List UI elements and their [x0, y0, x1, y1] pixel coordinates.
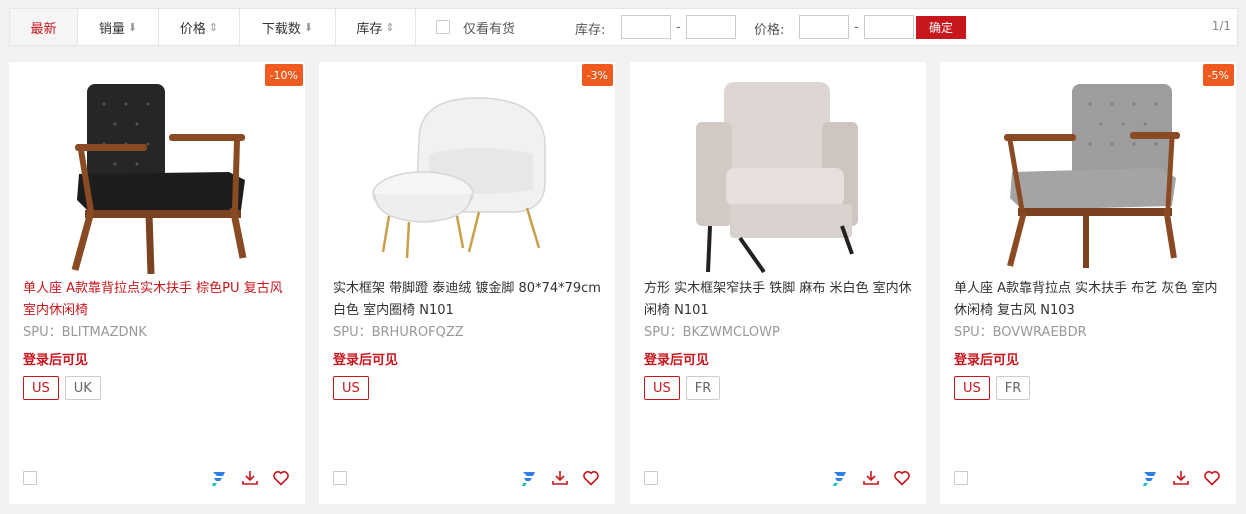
- warehouse-tag[interactable]: US: [23, 376, 59, 400]
- product-card[interactable]: 方形 实木框架窄扶手 铁脚 麻布 米白色 室内休闲椅 N101 SPU：BKZW…: [630, 62, 926, 504]
- arrow-down-icon: ⬇: [127, 20, 138, 34]
- stock-range-label: 库存:: [575, 23, 606, 38]
- product-card[interactable]: -3% 实木框架 带脚蹬 泰迪绒 镀金脚 80*74*79cm 白色 室内圈椅 …: [319, 62, 615, 504]
- brand-f-icon[interactable]: [209, 468, 229, 488]
- card-actions: [198, 468, 291, 488]
- warehouse-tag[interactable]: US: [644, 376, 680, 400]
- warehouse-tag[interactable]: FR: [995, 376, 1031, 400]
- in-stock-checkbox[interactable]: [436, 20, 450, 34]
- range-dash: -: [854, 19, 859, 35]
- discount-badge: -3%: [581, 64, 613, 86]
- product-image[interactable]: [9, 62, 305, 274]
- arrow-down-icon: ⬇: [303, 20, 314, 34]
- product-spu: SPU：BRHUROFQZZ: [333, 325, 464, 340]
- price-login-notice[interactable]: 登录后可见: [333, 349, 398, 368]
- sort-both-icon: ⇕: [208, 20, 219, 34]
- select-checkbox[interactable]: [644, 471, 658, 485]
- sort-label: 价格: [179, 21, 206, 37]
- download-icon[interactable]: [240, 468, 260, 488]
- sort-newest[interactable]: 最新: [10, 9, 78, 45]
- price-login-notice[interactable]: 登录后可见: [644, 349, 709, 368]
- range-dash: -: [676, 19, 681, 35]
- page-indicator: 1/1: [1211, 19, 1231, 33]
- product-card[interactable]: -10% 单人座 A款靠背拉点实木扶手 棕色PU 复古风 室内休闲椅 SPU：B…: [9, 62, 305, 504]
- price-range-label: 价格:: [754, 23, 785, 38]
- sort-both-icon: ⇕: [385, 20, 395, 34]
- stock-max-input[interactable]: [685, 15, 736, 39]
- warehouse-tags: US UK: [23, 376, 107, 400]
- price-login-notice[interactable]: 登录后可见: [954, 349, 1019, 368]
- heart-icon[interactable]: [581, 468, 601, 488]
- discount-badge: -5%: [1202, 64, 1234, 86]
- product-title[interactable]: 单人座 A款靠背拉点 实木扶手 布艺 灰色 室内休闲椅 复古风 N103: [954, 278, 1226, 322]
- stock-min-input[interactable]: [621, 15, 671, 39]
- discount-badge: -10%: [264, 64, 303, 86]
- download-icon[interactable]: [1171, 468, 1191, 488]
- sort-label: 销量: [98, 21, 125, 37]
- sort-price[interactable]: 价格 ⇕: [159, 9, 240, 45]
- download-icon[interactable]: [861, 468, 881, 488]
- select-checkbox[interactable]: [954, 471, 968, 485]
- in-stock-filter[interactable]: 仅看有货: [436, 9, 515, 45]
- brand-f-icon[interactable]: [1140, 468, 1160, 488]
- in-stock-label: 仅看有货: [463, 21, 516, 37]
- download-icon[interactable]: [550, 468, 570, 488]
- sort-sales[interactable]: 销量 ⬇: [78, 9, 159, 45]
- product-image[interactable]: [630, 62, 926, 274]
- warehouse-tag[interactable]: UK: [64, 376, 101, 400]
- confirm-button[interactable]: 确定: [916, 16, 966, 39]
- card-actions: [819, 468, 912, 488]
- sort-label: 下载数: [261, 21, 301, 37]
- heart-icon[interactable]: [271, 468, 291, 488]
- price-min-input[interactable]: [799, 15, 849, 39]
- product-card[interactable]: -5% 单人座 A款靠背拉点 实木扶手 布艺 灰色 室内休闲椅 复古风 N103…: [940, 62, 1236, 504]
- price-max-input[interactable]: [863, 15, 914, 39]
- heart-icon[interactable]: [892, 468, 912, 488]
- warehouse-tag[interactable]: US: [954, 376, 990, 400]
- product-image[interactable]: [319, 62, 615, 274]
- brand-f-icon[interactable]: [519, 468, 539, 488]
- product-spu: SPU：BKZWMCLOWP: [644, 325, 780, 340]
- warehouse-tag[interactable]: US: [333, 376, 369, 400]
- sort-stock[interactable]: 库存 ⇕: [336, 9, 416, 45]
- warehouse-tag[interactable]: FR: [685, 376, 721, 400]
- heart-icon[interactable]: [1202, 468, 1222, 488]
- brand-f-icon[interactable]: [830, 468, 850, 488]
- price-login-notice[interactable]: 登录后可见: [23, 349, 88, 368]
- card-actions: [1129, 468, 1222, 488]
- product-image[interactable]: [940, 62, 1236, 274]
- product-spu: SPU：BLITMAZDNK: [23, 325, 147, 340]
- warehouse-tags: US FR: [954, 376, 1036, 400]
- warehouse-tags: US: [333, 376, 375, 400]
- sort-label: 库存: [356, 21, 383, 37]
- filter-toolbar: 最新 销量 ⬇ 价格 ⇕ 下载数 ⬇ 库存 ⇕ 仅看有货 库存: - 价格: -…: [9, 8, 1238, 46]
- sort-downloads[interactable]: 下载数 ⬇: [240, 9, 336, 45]
- select-checkbox[interactable]: [333, 471, 347, 485]
- product-title[interactable]: 单人座 A款靠背拉点实木扶手 棕色PU 复古风 室内休闲椅: [23, 278, 295, 322]
- card-actions: [508, 468, 601, 488]
- warehouse-tags: US FR: [644, 376, 726, 400]
- product-spu: SPU：BOVWRAEBDR: [954, 325, 1087, 340]
- product-title[interactable]: 方形 实木框架窄扶手 铁脚 麻布 米白色 室内休闲椅 N101: [644, 278, 916, 322]
- select-checkbox[interactable]: [23, 471, 37, 485]
- product-title[interactable]: 实木框架 带脚蹬 泰迪绒 镀金脚 80*74*79cm 白色 室内圈椅 N101: [333, 278, 605, 322]
- sort-label: 最新: [30, 21, 57, 37]
